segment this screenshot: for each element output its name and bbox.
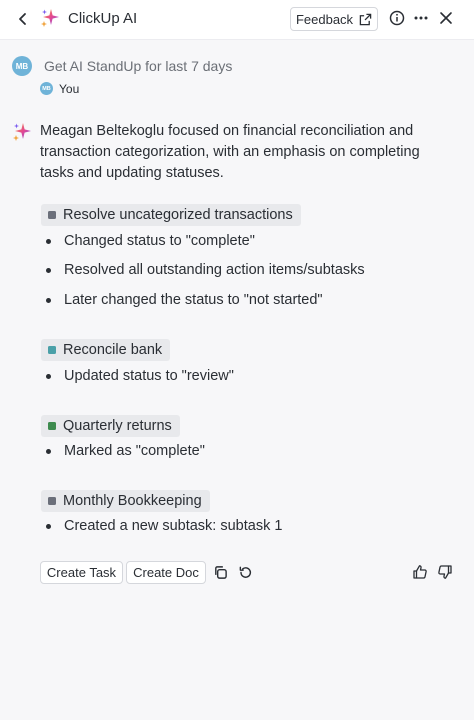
task-tag-label: Quarterly returns — [63, 418, 172, 434]
create-task-button[interactable]: Create Task — [40, 561, 123, 584]
list-item: Resolved all outstanding action items/su… — [46, 262, 365, 278]
regenerate-icon — [239, 566, 251, 578]
task-tag-label: Monthly Bookkeeping — [63, 493, 202, 509]
thumbs-down-button[interactable] — [436, 563, 454, 581]
info-button[interactable] — [388, 9, 406, 27]
chevron-left-icon — [19, 13, 26, 25]
task-tag[interactable]: Reconcile bank — [41, 339, 171, 361]
close-icon — [440, 12, 452, 24]
response-summary: Meagan Beltekoglu focused on financial r… — [40, 123, 420, 181]
list-item: Later changed the status to "not started… — [46, 292, 323, 308]
back-button[interactable] — [14, 10, 32, 28]
author-label: You — [59, 82, 80, 96]
task-tag-label: Reconcile bank — [63, 342, 163, 358]
close-button[interactable] — [437, 9, 455, 27]
thumbs-up-button[interactable] — [411, 563, 429, 581]
task-tag[interactable]: Resolve uncategorized transactions — [41, 204, 301, 226]
external-link-icon — [359, 13, 372, 25]
task-tag[interactable]: Monthly Bookkeeping — [41, 490, 210, 512]
list-item: Updated status to "review" — [46, 368, 234, 384]
author-avatar: MB — [40, 82, 53, 95]
status-square — [48, 497, 56, 505]
status-square — [48, 422, 56, 430]
info-icon — [389, 10, 405, 26]
more-icon — [414, 16, 428, 20]
task-tag-label: Resolve uncategorized transactions — [63, 207, 293, 223]
sparkle-icon — [41, 9, 59, 27]
thumbs-down-icon — [438, 565, 452, 579]
copy-button[interactable] — [211, 563, 229, 581]
thumbs-up-icon — [413, 565, 427, 579]
prompt-text: Get AI StandUp for last 7 days — [44, 58, 233, 74]
status-square — [48, 346, 56, 354]
feedback-label: Feedback — [295, 11, 354, 27]
task-tag[interactable]: Quarterly returns — [41, 415, 180, 437]
list-item: Changed status to "complete" — [46, 233, 255, 249]
create-doc-button[interactable]: Create Doc — [126, 561, 206, 584]
sparkle-icon — [13, 123, 31, 141]
user-avatar: MB — [12, 56, 32, 76]
header-title: ClickUp AI — [68, 10, 138, 27]
status-square — [48, 211, 56, 219]
header-bar: ClickUp AI Feedback — [0, 0, 474, 40]
list-item: Created a new subtask: subtask 1 — [46, 518, 282, 534]
regenerate-button[interactable] — [236, 563, 254, 581]
list-item: Marked as "complete" — [46, 443, 205, 459]
copy-icon — [214, 565, 227, 579]
feedback-button[interactable]: Feedback — [290, 7, 378, 31]
more-button[interactable] — [412, 9, 430, 27]
